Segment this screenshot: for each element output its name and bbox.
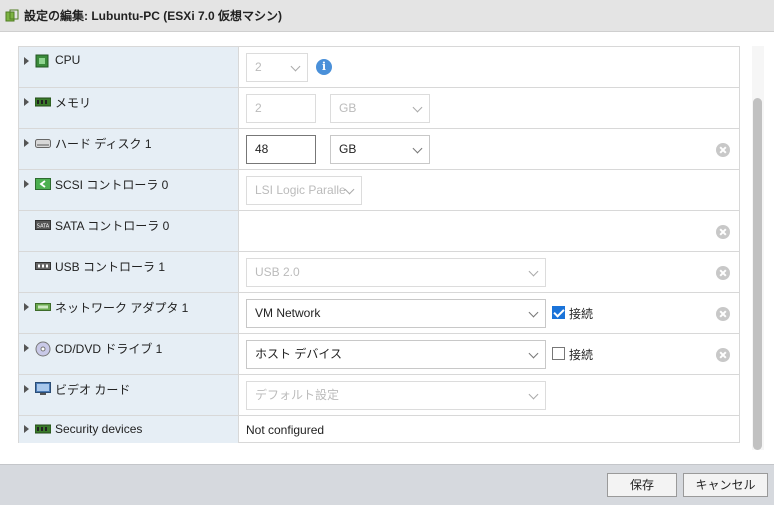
cpu-chip-icon	[35, 54, 51, 68]
chevron-down-icon	[344, 184, 355, 195]
device-label: SATA コントローラ 0	[55, 219, 170, 233]
remove-device-icon[interactable]	[716, 307, 730, 321]
device-label-cell: USB コントローラ 1	[19, 252, 239, 292]
network-connect-checkbox[interactable]	[552, 306, 565, 319]
memory-icon	[34, 95, 52, 109]
settings-content: CPU 2 i メモリ 2 GB ハード ディスク 1 48 GB SCSI コ…	[0, 32, 774, 464]
dialog-footer: 保存 キャンセル	[0, 464, 774, 505]
expand-caret-icon[interactable]	[24, 180, 29, 188]
device-row-sata: SATA SATA コントローラ 0	[19, 211, 739, 252]
device-row-memory: メモリ 2 GB	[19, 88, 739, 129]
remove-device-icon[interactable]	[716, 225, 730, 239]
hard-disk-icon	[35, 136, 51, 150]
network-adapter-icon	[35, 300, 51, 314]
device-label: Security devices	[55, 422, 143, 436]
cd-dvd-select[interactable]: ホスト デバイス	[246, 340, 546, 369]
device-label: メモリ	[55, 96, 92, 110]
device-label-cell[interactable]: ハード ディスク 1	[19, 129, 239, 169]
chevron-down-icon	[528, 389, 539, 400]
cd-dvd-icon	[35, 341, 51, 357]
device-row-scsi: SCSI コントローラ 0 LSI Logic Paralle	[19, 170, 739, 211]
cd-dvd-connect-checkbox[interactable]	[552, 347, 565, 360]
expand-caret-icon[interactable]	[24, 139, 29, 147]
device-row-cd-dvd: CD/DVD ドライブ 1 ホスト デバイス 接続	[19, 334, 739, 375]
device-label: SCSI コントローラ 0	[55, 178, 169, 192]
chevron-down-icon	[528, 348, 539, 359]
device-label-cell[interactable]: CPU	[19, 47, 239, 87]
device-label-cell[interactable]: Security devices	[19, 416, 239, 443]
device-label: CPU	[55, 53, 81, 67]
security-device-icon	[34, 422, 52, 436]
disk-size-input[interactable]: 48	[246, 135, 316, 164]
video-settings-select[interactable]: デフォルト設定	[246, 381, 546, 410]
expand-caret-icon[interactable]	[24, 344, 29, 352]
cpu-count-select[interactable]: 2	[246, 53, 308, 82]
device-row-security: Security devices Not configured	[19, 416, 739, 443]
expand-caret-icon[interactable]	[24, 385, 29, 393]
device-row-cpu: CPU 2 i	[19, 47, 739, 88]
save-button[interactable]: 保存	[607, 473, 677, 497]
memory-size-input[interactable]: 2	[246, 94, 316, 123]
device-row-hard-disk: ハード ディスク 1 48 GB	[19, 129, 739, 170]
usb-type-select[interactable]: USB 2.0	[246, 258, 546, 287]
device-label: ビデオ カード	[55, 383, 131, 397]
usb-icon	[35, 259, 51, 273]
scsi-type-select[interactable]: LSI Logic Paralle	[246, 176, 362, 205]
device-table: CPU 2 i メモリ 2 GB ハード ディスク 1 48 GB SCSI コ…	[18, 46, 740, 443]
chevron-down-icon	[528, 266, 539, 277]
cd-dvd-connect-label[interactable]: 接続	[569, 346, 593, 363]
device-label: ハード ディスク 1	[55, 137, 152, 151]
sata-controller-icon: SATA	[35, 218, 51, 232]
remove-device-icon[interactable]	[716, 348, 730, 362]
expand-caret-icon[interactable]	[24, 57, 29, 65]
vm-settings-icon	[5, 9, 19, 23]
scsi-controller-icon	[35, 177, 51, 191]
device-label-cell[interactable]: ネットワーク アダプタ 1	[19, 293, 239, 333]
svg-text:SATA: SATA	[37, 224, 50, 230]
security-status: Not configured	[246, 423, 325, 437]
device-label-cell[interactable]: メモリ	[19, 88, 239, 128]
dialog-title: 設定の編集: Lubuntu-PC (ESXi 7.0 仮想マシン)	[24, 9, 282, 23]
info-icon[interactable]: i	[316, 59, 332, 75]
remove-device-icon[interactable]	[716, 143, 730, 157]
scrollbar-thumb[interactable]	[753, 98, 762, 450]
network-select[interactable]: VM Network	[246, 299, 546, 328]
device-label: ネットワーク アダプタ 1	[55, 301, 189, 315]
expand-caret-icon[interactable]	[24, 425, 29, 433]
device-label-cell[interactable]: ビデオ カード	[19, 375, 239, 415]
cancel-button[interactable]: キャンセル	[683, 473, 768, 497]
chevron-down-icon	[412, 143, 423, 154]
memory-unit-select[interactable]: GB	[330, 94, 430, 123]
network-connect-label[interactable]: 接続	[569, 305, 593, 322]
chevron-down-icon	[290, 61, 301, 72]
expand-caret-icon[interactable]	[24, 303, 29, 311]
device-label-cell[interactable]: CD/DVD ドライブ 1	[19, 334, 239, 374]
device-label: CD/DVD ドライブ 1	[55, 342, 163, 356]
chevron-down-icon	[412, 102, 423, 113]
device-row-network: ネットワーク アダプタ 1 VM Network 接続	[19, 293, 739, 334]
chevron-down-icon	[528, 307, 539, 318]
device-label-cell: SATA SATA コントローラ 0	[19, 211, 239, 251]
device-row-usb: USB コントローラ 1 USB 2.0	[19, 252, 739, 293]
device-label: USB コントローラ 1	[55, 260, 166, 274]
device-row-video: ビデオ カード デフォルト設定	[19, 375, 739, 416]
video-card-icon	[35, 382, 51, 396]
expand-caret-icon[interactable]	[24, 98, 29, 106]
dialog-titlebar: 設定の編集: Lubuntu-PC (ESXi 7.0 仮想マシン)	[0, 0, 774, 32]
device-label-cell[interactable]: SCSI コントローラ 0	[19, 170, 239, 210]
remove-device-icon[interactable]	[716, 266, 730, 280]
disk-unit-select[interactable]: GB	[330, 135, 430, 164]
